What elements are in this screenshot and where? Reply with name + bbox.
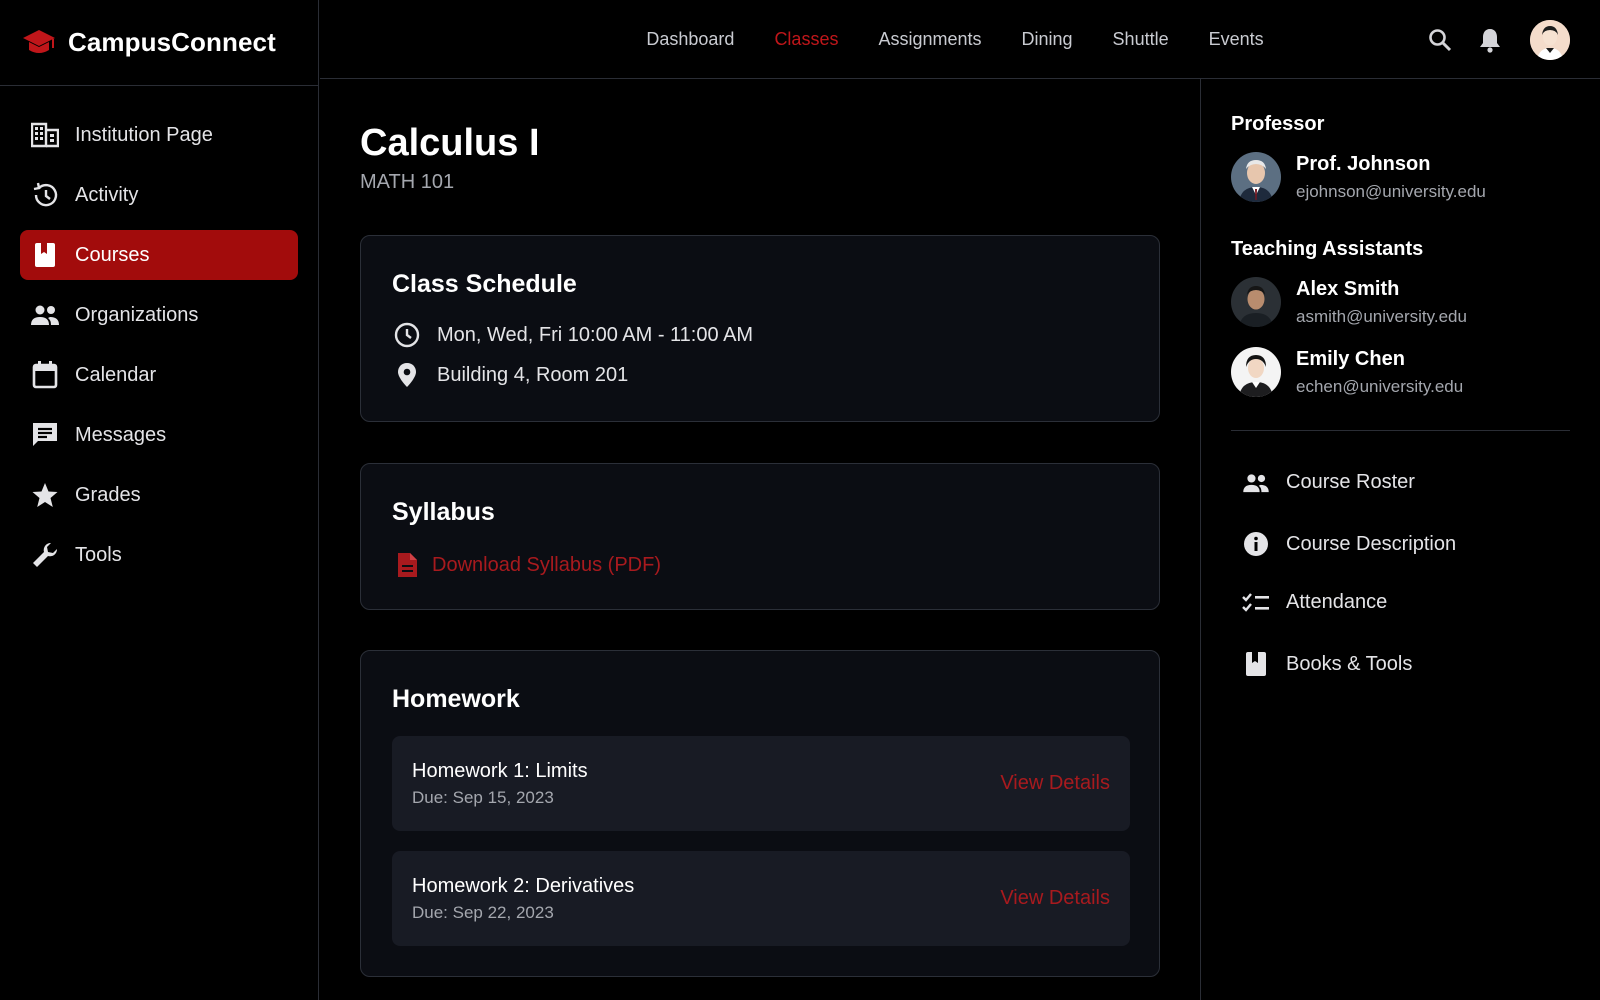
download-syllabus-label: Download Syllabus (PDF) bbox=[432, 553, 661, 576]
homework-card: Homework Homework 1: Limits Due: Sep 15,… bbox=[360, 650, 1160, 977]
schedule-title: Class Schedule bbox=[392, 270, 577, 298]
sidebar-item-label: Calendar bbox=[75, 363, 157, 386]
top-actions bbox=[1426, 0, 1570, 79]
view-details-button[interactable]: View Details bbox=[1000, 887, 1110, 910]
sidebar: CampusConnect Institution Page Activity … bbox=[0, 0, 319, 1000]
top-nav: Dashboard Classes Assignments Dining Shu… bbox=[320, 0, 1600, 79]
sidebar-item-tools[interactable]: Tools bbox=[20, 530, 298, 580]
course-roster-label: Course Roster bbox=[1286, 471, 1415, 493]
schedule-card: Class Schedule Mon, Wed, Fri 10:00 AM - … bbox=[360, 235, 1160, 422]
tab-classes[interactable]: Classes bbox=[774, 29, 838, 50]
schedule-time-text: Mon, Wed, Fri 10:00 AM - 11:00 AM bbox=[437, 323, 754, 346]
homework-item-due: Due: Sep 22, 2023 bbox=[412, 903, 554, 922]
tab-dining[interactable]: Dining bbox=[1022, 29, 1073, 50]
schedule-location-text: Building 4, Room 201 bbox=[437, 363, 629, 386]
wrench-icon bbox=[30, 540, 60, 570]
schedule-location: Building 4, Room 201 bbox=[392, 362, 628, 388]
avatar[interactable] bbox=[1530, 19, 1570, 60]
sidebar-item-label: Grades bbox=[75, 483, 141, 506]
download-syllabus-link[interactable]: Download Syllabus (PDF) bbox=[392, 552, 661, 578]
course-description-link[interactable]: Course Description bbox=[1241, 531, 1456, 557]
ta-card[interactable]: Alex Smith asmith@university.edu bbox=[1231, 277, 1467, 327]
book-icon bbox=[1241, 651, 1271, 677]
schedule-time: Mon, Wed, Fri 10:00 AM - 11:00 AM bbox=[392, 322, 753, 348]
professor-card[interactable]: Prof. Johnson ejohnson@university.edu bbox=[1231, 152, 1486, 202]
tab-shuttle[interactable]: Shuttle bbox=[1113, 29, 1169, 50]
top-bar: Dashboard Classes Assignments Dining Shu… bbox=[320, 0, 1600, 79]
course-code: MATH 101 bbox=[360, 171, 455, 193]
professor-email: ejohnson@university.edu bbox=[1296, 181, 1486, 201]
sidebar-item-grades[interactable]: Grades bbox=[20, 470, 298, 520]
location-pin-icon bbox=[392, 362, 422, 388]
graduation-cap-icon bbox=[20, 26, 58, 60]
history-icon bbox=[30, 180, 60, 210]
tab-assignments[interactable]: Assignments bbox=[878, 29, 981, 50]
ta-email: asmith@university.edu bbox=[1296, 306, 1467, 326]
info-icon bbox=[1241, 531, 1271, 557]
sidebar-item-label: Activity bbox=[75, 183, 139, 206]
homework-title: Homework bbox=[392, 685, 520, 713]
right-panel: Professor Prof. Johnson ejohnson@univers… bbox=[1201, 79, 1600, 1000]
avatar bbox=[1231, 347, 1281, 397]
ta-card[interactable]: Emily Chen echen@university.edu bbox=[1231, 347, 1463, 397]
tab-dashboard[interactable]: Dashboard bbox=[646, 29, 734, 50]
page-title: Calculus I bbox=[360, 122, 540, 164]
checklist-icon bbox=[1241, 592, 1271, 614]
brand[interactable]: CampusConnect bbox=[0, 0, 318, 86]
view-details-button[interactable]: View Details bbox=[1000, 772, 1110, 795]
sidebar-item-label: Tools bbox=[75, 543, 122, 566]
search-icon[interactable] bbox=[1426, 26, 1454, 54]
syllabus-title: Syllabus bbox=[392, 498, 495, 526]
sidebar-item-messages[interactable]: Messages bbox=[20, 410, 298, 460]
document-icon bbox=[392, 552, 422, 578]
sidebar-item-label: Organizations bbox=[75, 303, 199, 326]
books-tools-label: Books & Tools bbox=[1286, 652, 1413, 675]
sidebar-item-label: Courses bbox=[75, 243, 150, 266]
homework-item-due: Due: Sep 15, 2023 bbox=[412, 788, 554, 807]
ta-email: echen@university.edu bbox=[1296, 376, 1464, 396]
sidebar-item-calendar[interactable]: Calendar bbox=[20, 350, 298, 400]
bell-icon[interactable] bbox=[1476, 26, 1504, 54]
list-item: Homework 1: Limits Due: Sep 15, 2023 Vie… bbox=[392, 736, 1130, 831]
brand-name: CampusConnect bbox=[68, 27, 276, 57]
attendance-label: Attendance bbox=[1286, 591, 1388, 613]
ta-name: Alex Smith bbox=[1296, 277, 1400, 300]
homework-item-title: Homework 1: Limits bbox=[412, 760, 588, 782]
main-content: Calculus I MATH 101 Class Schedule Mon, … bbox=[320, 79, 1201, 1000]
avatar bbox=[1231, 152, 1281, 202]
avatar bbox=[1231, 277, 1281, 327]
sidebar-item-activity[interactable]: Activity bbox=[20, 170, 298, 220]
ta-heading: Teaching Assistants bbox=[1231, 238, 1424, 260]
course-description-label: Course Description bbox=[1286, 532, 1457, 555]
clock-icon bbox=[392, 322, 422, 348]
list-item: Homework 2: Derivatives Due: Sep 22, 202… bbox=[392, 851, 1130, 946]
building-icon bbox=[30, 120, 60, 150]
divider bbox=[1231, 430, 1570, 431]
homework-item-title: Homework 2: Derivatives bbox=[412, 875, 635, 897]
sidebar-item-label: Institution Page bbox=[75, 123, 213, 146]
ta-name: Emily Chen bbox=[1296, 347, 1405, 370]
syllabus-card: Syllabus Download Syllabus (PDF) bbox=[360, 463, 1160, 610]
sidebar-item-organizations[interactable]: Organizations bbox=[20, 290, 298, 340]
star-icon bbox=[30, 480, 60, 510]
professor-heading: Professor bbox=[1231, 113, 1325, 135]
sidebar-item-label: Messages bbox=[75, 423, 167, 446]
sidebar-item-institution-page[interactable]: Institution Page bbox=[20, 110, 298, 160]
sidebar-nav: Institution Page Activity Courses Organi… bbox=[0, 86, 318, 580]
book-icon bbox=[30, 240, 60, 270]
group-icon bbox=[30, 300, 60, 330]
attendance-link[interactable]: Attendance bbox=[1241, 591, 1387, 614]
sidebar-item-courses[interactable]: Courses bbox=[20, 230, 298, 280]
books-tools-link[interactable]: Books & Tools bbox=[1241, 651, 1412, 677]
message-icon bbox=[30, 420, 60, 450]
calendar-icon bbox=[30, 360, 60, 390]
professor-name: Prof. Johnson bbox=[1296, 152, 1431, 175]
group-icon bbox=[1241, 473, 1271, 493]
tab-events[interactable]: Events bbox=[1209, 29, 1264, 50]
course-roster-link[interactable]: Course Roster bbox=[1241, 471, 1415, 494]
